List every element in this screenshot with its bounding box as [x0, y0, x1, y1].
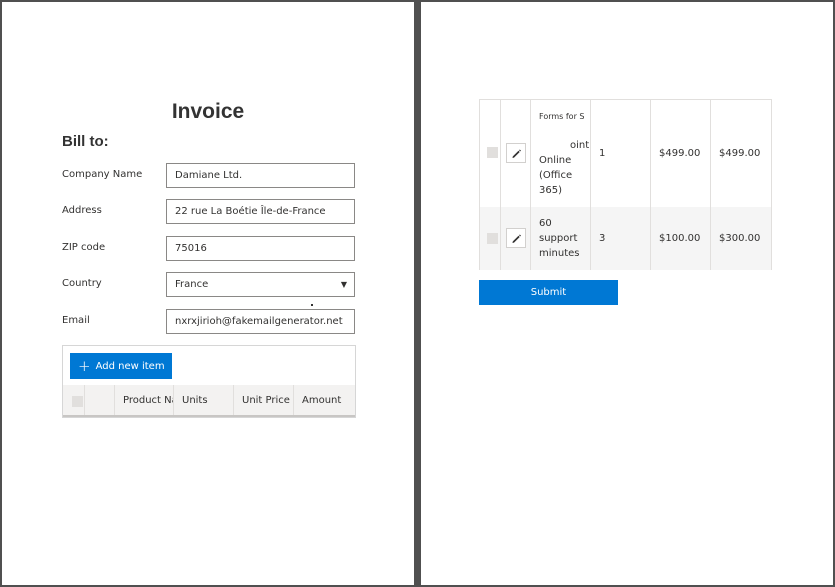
country-dropdown[interactable]: France ▼ [166, 272, 355, 297]
edit-row-button[interactable] [506, 143, 526, 163]
units-cell: 1 [591, 99, 651, 207]
company-name-input[interactable]: Damiane Ltd. [166, 163, 355, 188]
country-value: France [175, 279, 209, 290]
row-checkbox[interactable] [487, 147, 498, 158]
edit-row-button[interactable] [506, 228, 526, 248]
email-input[interactable]: nxrxjirioh@fakemailgenerator.net [166, 309, 355, 334]
select-all-checkbox[interactable] [72, 396, 83, 407]
stray-dot [311, 304, 313, 306]
pencil-icon [511, 233, 521, 243]
bill-to-heading: Bill to: [62, 133, 109, 150]
address-input[interactable]: 22 rue La Boétie Île-de-France [166, 199, 355, 224]
zip-row: ZIP code 75016 [62, 236, 356, 262]
company-label: Company Name [62, 169, 143, 180]
table-row[interactable]: 60 support minutes 3 $100.00 $300.00 [479, 207, 772, 270]
grid-left-border [479, 99, 480, 270]
email-label: Email [62, 315, 90, 326]
chevron-down-icon: ▼ [340, 280, 347, 289]
country-label: Country [62, 278, 102, 289]
invoice-page-2: Forms for S oint Online (Office 365) 1 $… [421, 2, 833, 585]
address-label: Address [62, 205, 102, 216]
table-row[interactable]: Forms for S oint Online (Office 365) 1 $… [479, 99, 772, 207]
product-cell: 60 support minutes [531, 207, 591, 270]
product-column-header[interactable]: Product Na [115, 385, 174, 415]
unit-price-cell: $499.00 [651, 99, 711, 207]
zip-label: ZIP code [62, 242, 106, 253]
row-select-cell[interactable] [479, 207, 501, 270]
zip-code-input[interactable]: 75016 [166, 236, 355, 261]
product-name-fragment-top: Forms for S [539, 112, 585, 121]
product-cell: Forms for S oint Online (Office 365) [531, 99, 591, 207]
units-column-header[interactable]: Units [174, 385, 234, 415]
country-row: Country France ▼ [62, 272, 356, 298]
plus-icon: + [78, 356, 91, 375]
grid-header: Product Na Units Unit Price Amount [63, 385, 355, 417]
unit-price-cell: $100.00 [651, 207, 711, 270]
submit-button[interactable]: Submit [479, 280, 618, 305]
email-row: Email nxrxjirioh@fakemailgenerator.net [62, 309, 356, 335]
add-new-item-button[interactable]: + Add new item [70, 353, 172, 379]
row-checkbox[interactable] [487, 233, 498, 244]
amount-column-header[interactable]: Amount [294, 385, 355, 415]
amount-cell: $499.00 [711, 99, 772, 207]
address-row: Address 22 rue La Boétie Île-de-France [62, 199, 356, 225]
product-name-fragment-mid: oint [570, 140, 590, 151]
company-row: Company Name Damiane Ltd. [62, 163, 356, 189]
edit-column-header [85, 385, 115, 415]
unit-price-column-header[interactable]: Unit Price [234, 385, 294, 415]
invoice-title: Invoice [171, 100, 245, 123]
product-name: 60 support minutes [539, 218, 580, 259]
row-select-cell[interactable] [479, 99, 501, 207]
grid-top-border [479, 99, 772, 100]
pencil-icon [511, 148, 521, 158]
invoice-page-1: Invoice Bill to: Company Name Damiane Lt… [2, 2, 414, 585]
amount-cell: $300.00 [711, 207, 772, 270]
product-name-rest: Online (Office 365) [539, 155, 573, 196]
select-all-cell[interactable] [63, 385, 85, 415]
items-grid: + Add new item Product Na Units Unit Pri… [62, 345, 356, 418]
units-cell: 3 [591, 207, 651, 270]
add-new-item-label: Add new item [95, 360, 165, 372]
